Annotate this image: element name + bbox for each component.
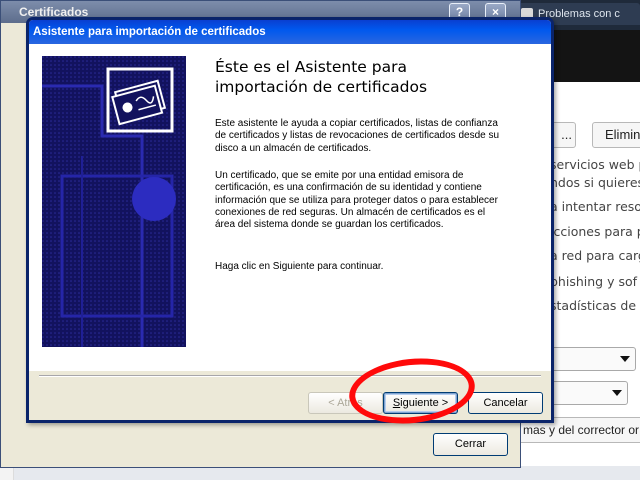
wizard-title: Asistente para importación de certificad… bbox=[29, 20, 551, 44]
next-button[interactable]: Siguiente > bbox=[383, 392, 458, 414]
settings-text-line: ndos si quieres. bbox=[550, 175, 640, 190]
settings-text-line: servicios web p bbox=[550, 157, 640, 172]
wizard-side-image bbox=[42, 56, 186, 347]
chevron-down-icon bbox=[612, 390, 622, 396]
certificate-icon bbox=[42, 56, 186, 347]
wizard-heading-line: importación de certificados bbox=[215, 78, 428, 96]
wizard-instruction-text: Haga clic en Siguiente para continuar. bbox=[215, 261, 384, 272]
wizard-separator bbox=[39, 375, 541, 377]
wizard-body: Éste es el Asistente para importación de… bbox=[29, 44, 551, 420]
wizard-heading-line: Éste es el Asistente para bbox=[215, 58, 407, 76]
settings-option-label: stadísticas de bbox=[550, 298, 637, 313]
delete-button[interactable]: Elimin bbox=[592, 122, 640, 148]
back-button[interactable]: < Atrás bbox=[308, 392, 383, 414]
settings-option-label: a red para carg bbox=[550, 248, 640, 263]
wizard-intro-text: Este asistente le ayuda a copiar certifi… bbox=[215, 118, 500, 154]
settings-option-label: phishing y sof bbox=[550, 274, 637, 289]
cancel-button[interactable]: Cancelar bbox=[468, 392, 543, 414]
browser-footer bbox=[14, 466, 640, 480]
settings-option-label: a intentar reso bbox=[550, 199, 640, 214]
close-button[interactable]: Cerrar bbox=[433, 433, 508, 456]
settings-option-label: icciones para p bbox=[550, 224, 640, 239]
certificate-import-wizard: Asistente para importación de certificad… bbox=[26, 17, 554, 423]
wizard-description-text: Un certificado, que se emite por una ent… bbox=[215, 170, 498, 231]
next-button-label: iguiente > bbox=[400, 397, 449, 409]
wizard-heading: Éste es el Asistente para importación de… bbox=[215, 57, 535, 97]
chevron-down-icon bbox=[620, 356, 630, 362]
